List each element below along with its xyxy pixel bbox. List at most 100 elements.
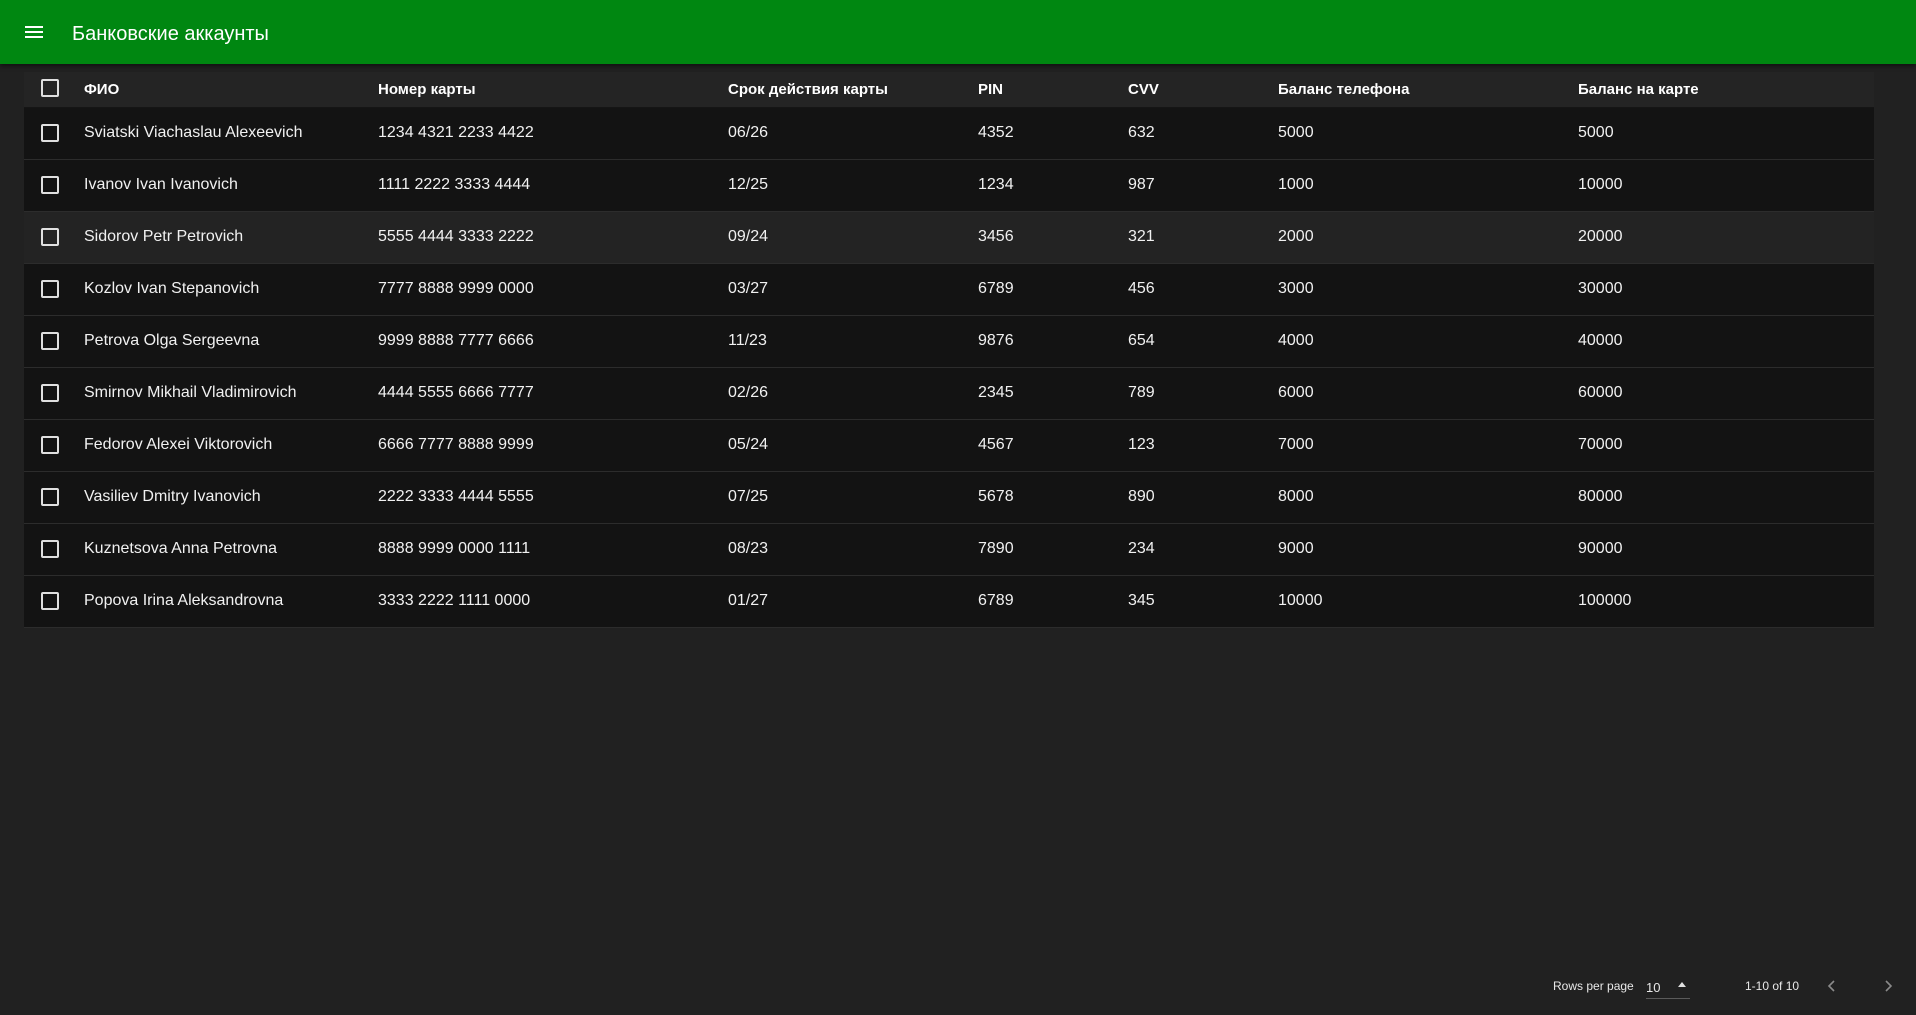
cell-cvv: 654 <box>1128 315 1278 368</box>
row-checkbox-cell <box>24 367 84 420</box>
row-checkbox[interactable] <box>41 540 59 558</box>
cell-phone-balance: 9000 <box>1278 523 1578 576</box>
cell-fio: Kuznetsova Anna Petrovna <box>84 523 378 576</box>
cell-phone-balance: 7000 <box>1278 419 1578 472</box>
row-checkbox-cell <box>24 159 84 212</box>
menu-icon[interactable] <box>22 20 50 44</box>
cell-card-balance: 5000 <box>1578 107 1874 160</box>
column-header-pin[interactable]: PIN <box>978 72 1128 108</box>
app-bar: Банковские аккаунты <box>0 0 1916 64</box>
row-checkbox-cell <box>24 315 84 368</box>
cell-fio: Smirnov Mikhail Vladimirovich <box>84 367 378 420</box>
accounts-table: ФИО Номер карты Срок действия карты PIN … <box>24 72 1874 628</box>
cell-phone-balance: 8000 <box>1278 471 1578 524</box>
table-body: Sviatski Viachaslau Alexeevich 1234 4321 … <box>24 107 1874 628</box>
cell-card-expiry: 01/27 <box>728 575 978 628</box>
select-all-checkbox[interactable] <box>41 78 59 97</box>
cell-card-balance: 60000 <box>1578 367 1874 420</box>
rows-per-page-value: 10 <box>1646 980 1661 995</box>
table-row[interactable]: Sidorov Petr Petrovich 5555 4444 3333 222… <box>24 211 1874 264</box>
table-row[interactable]: Smirnov Mikhail Vladimirovich 4444 5555 6… <box>24 367 1874 420</box>
column-header-card-balance[interactable]: Баланс на карте <box>1578 72 1874 108</box>
cell-card-number: 5555 4444 3333 2222 <box>378 211 728 264</box>
cell-card-balance: 100000 <box>1578 575 1874 628</box>
cell-pin: 6789 <box>978 263 1128 316</box>
row-checkbox-cell <box>24 523 84 576</box>
row-checkbox[interactable] <box>41 176 59 194</box>
column-header-cvv[interactable]: CVV <box>1128 72 1278 108</box>
table-row[interactable]: Fedorov Alexei Viktorovich 6666 7777 8888… <box>24 419 1874 472</box>
row-checkbox[interactable] <box>41 436 59 454</box>
cell-card-balance: 90000 <box>1578 523 1874 576</box>
dropdown-arrow-icon <box>1678 982 1686 987</box>
cell-card-expiry: 08/23 <box>728 523 978 576</box>
table-row[interactable]: Ivanov Ivan Ivanovich 1111 2222 3333 4444… <box>24 159 1874 212</box>
row-checkbox[interactable] <box>41 384 59 402</box>
cell-pin: 4352 <box>978 107 1128 160</box>
column-header-card-number[interactable]: Номер карты <box>378 72 728 108</box>
cell-card-balance: 40000 <box>1578 315 1874 368</box>
row-checkbox-cell <box>24 211 84 264</box>
cell-card-balance: 70000 <box>1578 419 1874 472</box>
row-checkbox[interactable] <box>41 332 59 350</box>
cell-card-expiry: 03/27 <box>728 263 978 316</box>
column-header-card-expiry[interactable]: Срок действия карты <box>728 72 978 108</box>
cell-pin: 6789 <box>978 575 1128 628</box>
table-header-row: ФИО Номер карты Срок действия карты PIN … <box>24 72 1874 108</box>
row-checkbox-cell <box>24 575 84 628</box>
cell-card-number: 4444 5555 6666 7777 <box>378 367 728 420</box>
cell-card-number: 2222 3333 4444 5555 <box>378 471 728 524</box>
cell-card-number: 8888 9999 0000 1111 <box>378 523 728 576</box>
rows-per-page-select[interactable]: 10 <box>1646 974 1690 999</box>
table-row[interactable]: Kuznetsova Anna Petrovna 8888 9999 0000 1… <box>24 523 1874 576</box>
cell-fio: Popova Irina Aleksandrovna <box>84 575 378 628</box>
pagination-range: 1-10 of 10 <box>1745 979 1800 993</box>
cell-card-balance: 80000 <box>1578 471 1874 524</box>
cell-card-number: 6666 7777 8888 9999 <box>378 419 728 472</box>
cell-phone-balance: 4000 <box>1278 315 1578 368</box>
row-checkbox[interactable] <box>41 592 59 610</box>
row-checkbox[interactable] <box>41 280 59 298</box>
cell-card-balance: 20000 <box>1578 211 1874 264</box>
row-checkbox[interactable] <box>41 228 59 246</box>
cell-cvv: 345 <box>1128 575 1278 628</box>
row-checkbox-cell <box>24 263 84 316</box>
cell-fio: Sviatski Viachaslau Alexeevich <box>84 107 378 160</box>
cell-fio: Vasiliev Dmitry Ivanovich <box>84 471 378 524</box>
chevron-left-icon[interactable] <box>1816 970 1848 1002</box>
row-checkbox[interactable] <box>41 124 59 142</box>
cell-card-expiry: 11/23 <box>728 315 978 368</box>
cell-cvv: 234 <box>1128 523 1278 576</box>
cell-card-number: 9999 8888 7777 6666 <box>378 315 728 368</box>
cell-card-expiry: 02/26 <box>728 367 978 420</box>
chevron-right-icon[interactable] <box>1872 970 1904 1002</box>
table-row[interactable]: Petrova Olga Sergeevna 9999 8888 7777 666… <box>24 315 1874 368</box>
cell-phone-balance: 6000 <box>1278 367 1578 420</box>
row-checkbox-cell <box>24 419 84 472</box>
cell-card-balance: 30000 <box>1578 263 1874 316</box>
cell-cvv: 789 <box>1128 367 1278 420</box>
rows-per-page-label: Rows per page <box>1553 979 1634 993</box>
cell-pin: 7890 <box>978 523 1128 576</box>
table-row[interactable]: Sviatski Viachaslau Alexeevich 1234 4321 … <box>24 107 1874 160</box>
cell-card-expiry: 05/24 <box>728 419 978 472</box>
row-checkbox-cell <box>24 471 84 524</box>
cell-fio: Sidorov Petr Petrovich <box>84 211 378 264</box>
cell-fio: Ivanov Ivan Ivanovich <box>84 159 378 212</box>
cell-card-number: 3333 2222 1111 0000 <box>378 575 728 628</box>
column-header-fio[interactable]: ФИО <box>84 72 378 108</box>
cell-fio: Petrova Olga Sergeevna <box>84 315 378 368</box>
cell-card-number: 7777 8888 9999 0000 <box>378 263 728 316</box>
row-checkbox[interactable] <box>41 488 59 506</box>
cell-card-number: 1234 4321 2233 4422 <box>378 107 728 160</box>
cell-pin: 9876 <box>978 315 1128 368</box>
cell-card-balance: 10000 <box>1578 159 1874 212</box>
table-row[interactable]: Kozlov Ivan Stepanovich 7777 8888 9999 00… <box>24 263 1874 316</box>
cell-pin: 5678 <box>978 471 1128 524</box>
cell-cvv: 123 <box>1128 419 1278 472</box>
table-row[interactable]: Vasiliev Dmitry Ivanovich 2222 3333 4444 … <box>24 471 1874 524</box>
cell-cvv: 456 <box>1128 263 1278 316</box>
column-header-phone-balance[interactable]: Баланс телефона <box>1278 72 1578 108</box>
cell-card-expiry: 09/24 <box>728 211 978 264</box>
table-row[interactable]: Popova Irina Aleksandrovna 3333 2222 1111… <box>24 575 1874 628</box>
